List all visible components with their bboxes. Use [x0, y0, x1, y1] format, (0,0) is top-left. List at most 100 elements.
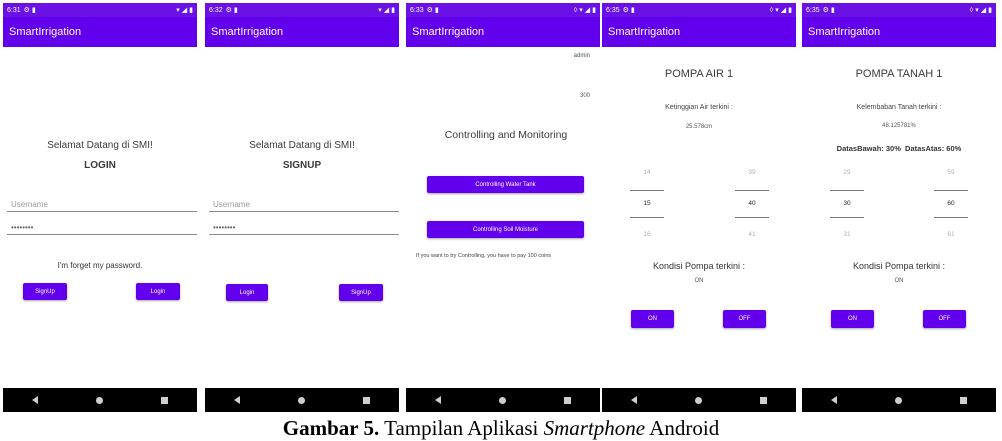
picker-option[interactable]: 41 — [735, 231, 769, 238]
user-name: admin — [573, 53, 590, 59]
status-time: 6:33 — [410, 6, 424, 14]
pump-on-button[interactable]: ON — [631, 310, 674, 328]
page-title: POMPA TANAH 1 — [855, 68, 943, 80]
wifi-icon: ▾ — [975, 7, 979, 14]
wifi-icon: ▾ — [176, 7, 180, 14]
water-level-value: 25.578cm — [685, 124, 713, 130]
status-bar: 6:33 ⚙ ▮ ◊ ▾ ◢ ▮ — [406, 3, 600, 17]
welcome-text: Selamat Datang di SMI! — [47, 140, 153, 151]
forgot-password-link[interactable]: I'm forget my password. — [3, 261, 197, 270]
control-soil-moisture-button[interactable]: Controlling Soil Moisture — [427, 221, 584, 238]
recent-apps-icon[interactable] — [760, 396, 767, 404]
picker-selected[interactable]: 60 — [934, 200, 968, 207]
app-bar: SmartIrrigation — [602, 17, 796, 47]
login-button[interactable]: Login — [136, 283, 180, 300]
signal-icon: ◢ — [980, 7, 987, 14]
signal-icon: ◢ — [780, 7, 787, 14]
screen-water-pump: 6:35 ⚙ ▮ ◊ ▾ ◢ ▮ SmartIrrigation POMPA A… — [602, 3, 796, 412]
threshold-text: DatasBawah: 30% DatasAtas: 60% — [836, 144, 962, 153]
home-icon[interactable] — [499, 396, 506, 404]
water-level-label: Ketinggian Air terkini : — [665, 104, 733, 111]
picker-option[interactable]: 61 — [934, 231, 968, 238]
back-icon[interactable] — [234, 396, 240, 404]
nav-bar — [602, 388, 796, 412]
back-icon[interactable] — [831, 396, 837, 404]
caption-text-end: Android — [645, 416, 720, 440]
home-icon[interactable] — [298, 396, 305, 404]
page-title: POMPA AIR 1 — [664, 68, 734, 80]
signup-button[interactable]: SignUp — [339, 284, 383, 301]
recent-apps-icon[interactable] — [960, 396, 967, 404]
gear-icon: ⚙ — [426, 7, 433, 14]
pump-off-button[interactable]: OFF — [723, 310, 766, 328]
picker-selected[interactable]: 30 — [830, 200, 864, 207]
gear-icon: ⚙ — [23, 7, 30, 14]
location-icon: ◊ — [573, 6, 578, 14]
login-button[interactable]: Login — [226, 284, 268, 301]
upper-limit-picker[interactable]: 59 60 61 — [934, 169, 968, 247]
gear-icon: ⚙ — [622, 7, 629, 14]
picker-divider — [830, 190, 864, 191]
home-icon[interactable] — [895, 396, 902, 404]
recent-apps-icon[interactable] — [161, 396, 168, 404]
recent-apps-icon[interactable] — [564, 396, 571, 404]
picker-selected[interactable]: 15 — [630, 200, 664, 207]
password-input[interactable]: •••••••• — [209, 221, 399, 235]
screen-login: 6:31 ⚙ ▮ ▾ ◢ ▮ SmartIrrigation Selamat D… — [3, 3, 197, 412]
picker-divider — [934, 217, 968, 218]
picker-option[interactable]: 31 — [830, 231, 864, 238]
picker-option[interactable]: 39 — [735, 169, 769, 189]
sim-icon: ▮ — [31, 7, 36, 14]
status-time: 6:35 — [806, 6, 820, 14]
page-title: LOGIN — [84, 160, 116, 171]
app-bar: SmartIrrigation — [205, 17, 399, 47]
page-title: Controlling and Monitoring — [444, 129, 568, 141]
figure-caption: Gambar 5. Tampilan Aplikasi Smartphone A… — [0, 416, 1002, 441]
recent-apps-icon[interactable] — [363, 396, 370, 404]
picker-option[interactable]: 14 — [630, 169, 664, 189]
welcome-text: Selamat Datang di SMI! — [249, 140, 355, 151]
pump-on-button[interactable]: ON — [831, 310, 874, 328]
location-icon: ◊ — [969, 6, 974, 14]
signup-button[interactable]: SignUp — [23, 283, 67, 300]
username-input[interactable]: Username — [209, 198, 399, 212]
lower-limit-picker[interactable]: 14 15 16 — [630, 169, 664, 247]
screen-signup: 6:32 ⚙ ▮ ▾ ◢ ▮ SmartIrrigation Selamat D… — [205, 3, 399, 412]
picker-option[interactable]: 59 — [934, 169, 968, 189]
username-input[interactable]: Username — [7, 198, 197, 212]
home-icon[interactable] — [96, 396, 103, 404]
status-bar: 6:35 ⚙ ▮ ◊ ▾ ◢ ▮ — [602, 3, 796, 17]
pump-condition-label: Kondisi Pompa terkini : — [652, 261, 746, 271]
gear-icon: ⚙ — [822, 7, 829, 14]
battery-icon: ▮ — [988, 7, 992, 14]
back-icon[interactable] — [32, 396, 38, 404]
picker-divider — [934, 190, 968, 191]
battery-icon: ▮ — [391, 7, 395, 14]
status-bar: 6:35 ⚙ ▮ ◊ ▾ ◢ ▮ — [802, 3, 996, 17]
screen-control-menu: 6:33 ⚙ ▮ ◊ ▾ ◢ ▮ SmartIrrigation admin 3… — [406, 3, 600, 412]
caption-text: Tampilan Aplikasi — [379, 416, 544, 440]
control-water-tank-button[interactable]: Controlling Water Tank — [427, 176, 584, 193]
back-icon[interactable] — [631, 396, 637, 404]
battery-icon: ▮ — [189, 7, 193, 14]
pump-condition-value: ON — [894, 278, 904, 284]
password-input[interactable]: •••••••• — [7, 221, 197, 235]
nav-bar — [3, 388, 197, 412]
signal-icon: ◢ — [584, 7, 591, 14]
picker-selected[interactable]: 40 — [735, 200, 769, 207]
sim-icon: ▮ — [434, 7, 439, 14]
back-icon[interactable] — [435, 396, 441, 404]
sim-icon: ▮ — [830, 7, 835, 14]
picker-option[interactable]: 29 — [830, 169, 864, 189]
app-title: SmartIrrigation — [211, 26, 284, 38]
picker-option[interactable]: 16 — [630, 231, 664, 238]
soil-moisture-value: 48.125781% — [882, 123, 916, 129]
upper-limit-picker[interactable]: 39 40 41 — [735, 169, 769, 247]
pump-off-button[interactable]: OFF — [923, 310, 966, 328]
home-icon[interactable] — [695, 396, 702, 404]
wifi-icon: ▾ — [579, 7, 583, 14]
picker-divider — [735, 217, 769, 218]
gear-icon: ⚙ — [225, 7, 232, 14]
picker-divider — [735, 190, 769, 191]
lower-limit-picker[interactable]: 29 30 31 — [830, 169, 864, 247]
